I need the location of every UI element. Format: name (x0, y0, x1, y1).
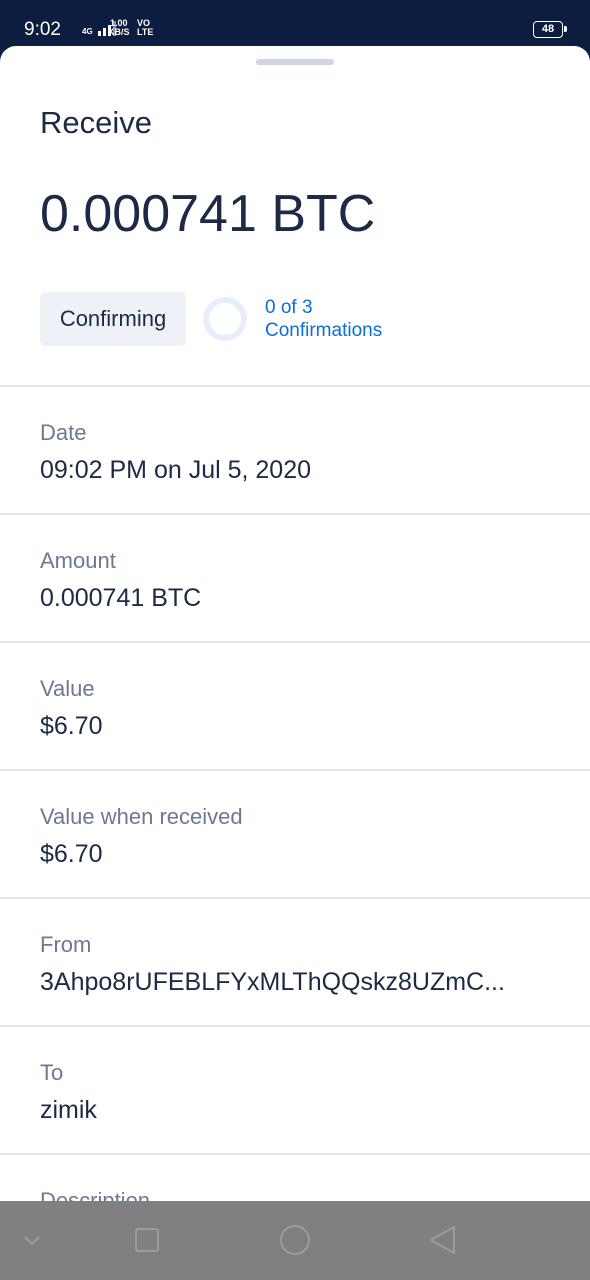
network-type: 4G (82, 27, 93, 36)
status-bar: 9:02 4G 1.00 KB/S VO LTE 48 (0, 0, 590, 46)
confirmations-label: Confirmations (265, 320, 383, 341)
amount-heading: 0.000741 BTC (40, 185, 376, 243)
page-title: Receive (40, 105, 152, 140)
confirmations-link[interactable]: 0 of 3 Confirmations (265, 296, 382, 342)
confirmation-progress-ring (203, 297, 247, 341)
detail-label: To (40, 1060, 64, 1085)
detail-value: 0.000741 BTC (40, 584, 202, 612)
drag-handle[interactable] (256, 59, 334, 65)
confirmations-count: 0 of 3 (265, 297, 313, 318)
detail-row-description: Description (0, 1153, 590, 1201)
nav-collapse-chevron-icon[interactable] (24, 1236, 40, 1246)
detail-row-date: Date 09:02 PM on Jul 5, 2020 (0, 385, 590, 513)
detail-value: $6.70 (40, 712, 103, 740)
detail-label: From (40, 932, 92, 957)
receive-sheet: Receive 0.000741 BTC Confirming 0 of 3 C… (0, 46, 590, 1201)
status-badge: Confirming (40, 292, 186, 346)
battery-icon: 48 (533, 21, 567, 38)
detail-label: Description (40, 1188, 151, 1201)
detail-row-from[interactable]: From 3Ahpo8rUFEBLFYxMLThQQskz8UZmC... (0, 897, 590, 1025)
detail-value: 09:02 PM on Jul 5, 2020 (40, 456, 312, 484)
speed-unit: KB/S (108, 27, 130, 37)
volte-bottom: LTE (137, 27, 154, 37)
detail-row-amount: Amount 0.000741 BTC (0, 513, 590, 641)
nav-back-triangle-icon[interactable] (430, 1226, 455, 1254)
nav-recents-square-icon[interactable] (135, 1228, 159, 1252)
status-time: 9:02 (24, 19, 61, 40)
detail-label: Amount (40, 548, 116, 573)
detail-value: 3Ahpo8rUFEBLFYxMLThQQskz8UZmC... (40, 968, 505, 996)
details-list: Date 09:02 PM on Jul 5, 2020 Amount 0.00… (0, 385, 590, 1201)
detail-label: Date (40, 420, 87, 445)
system-nav-bar (0, 1201, 590, 1280)
detail-row-value-when-received: Value when received $6.70 (0, 769, 590, 897)
detail-row-value: Value $6.70 (0, 641, 590, 769)
detail-row-to: To zimik (0, 1025, 590, 1153)
volte-indicator: VO LTE (137, 19, 153, 37)
detail-label: Value (40, 676, 95, 701)
detail-value: $6.70 (40, 840, 103, 868)
detail-value: zimik (40, 1096, 97, 1124)
speed-indicator: 1.00 KB/S (108, 19, 130, 37)
detail-label: Value when received (40, 804, 243, 829)
nav-home-circle-icon[interactable] (280, 1225, 310, 1255)
